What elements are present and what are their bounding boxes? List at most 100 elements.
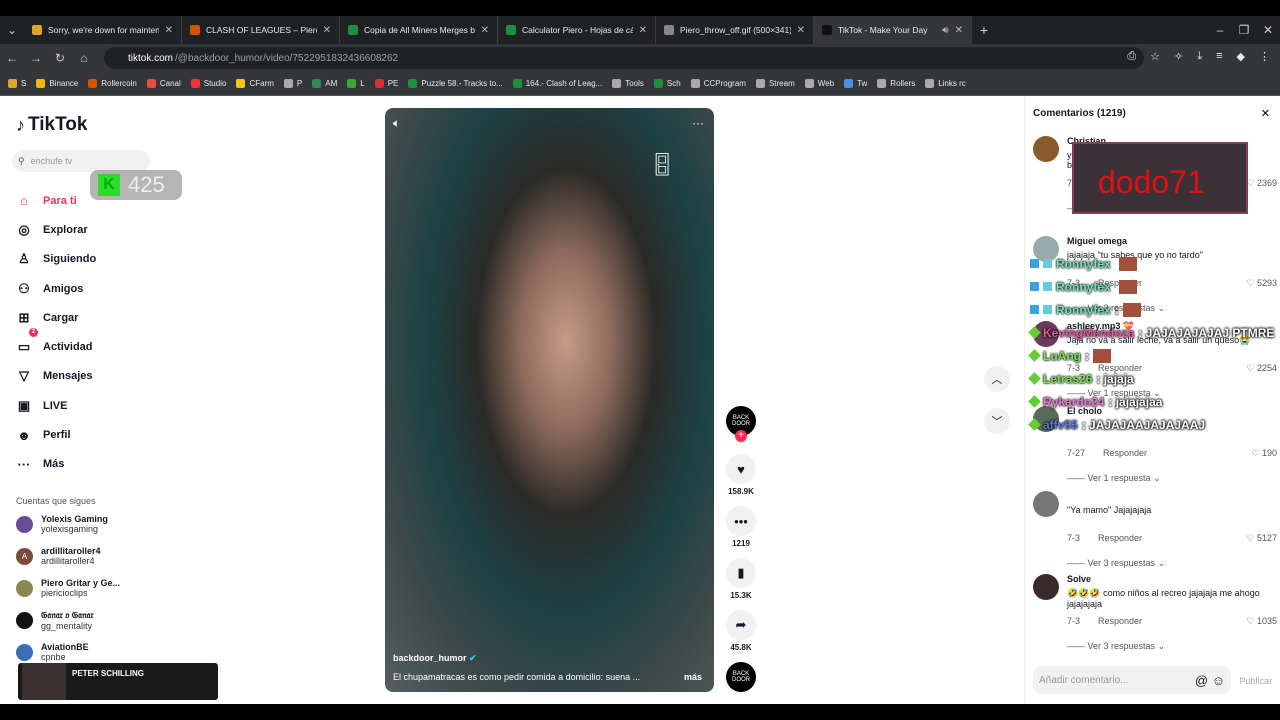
close-icon[interactable]: ✕ <box>1261 107 1270 120</box>
avatar[interactable] <box>1033 491 1059 517</box>
volume-icon[interactable]: 🔈︎ <box>393 116 400 131</box>
like-button[interactable]: ♥ <box>726 454 756 484</box>
bookmark-item[interactable]: Puzzle 58.- Tracks to... <box>408 79 503 88</box>
sidebar-item-0[interactable]: ⌂ Para ti <box>16 186 96 215</box>
comment-author[interactable]: Solve <box>1067 574 1091 584</box>
bookmark-item[interactable]: Links rc <box>925 79 966 88</box>
sidebar-item-3[interactable]: ⚇ Amigos <box>16 274 96 303</box>
tab-close-icon[interactable]: ✕ <box>323 25 331 36</box>
download-icon[interactable]: ⤓ <box>1197 50 1202 63</box>
sidebar-item-6[interactable]: ▽ Mensajes <box>16 362 96 391</box>
browser-tab[interactable]: TikTok - Make Your Day 🔊︎ ✕ <box>814 16 972 44</box>
bookmark-item[interactable]: Stream <box>755 79 795 88</box>
browser-tab[interactable]: Piero_throw_off.gif (500×341) ✕ <box>656 16 814 44</box>
avatar[interactable] <box>1033 136 1059 162</box>
comment-button[interactable]: ••• <box>726 506 756 536</box>
follow-plus-icon[interactable]: + <box>735 430 747 442</box>
url-field[interactable]: tiktok.com/@backdoor_humor/video/7522951… <box>104 47 1144 69</box>
creator-avatar[interactable]: BACK DOOR + <box>726 406 756 442</box>
comment-author[interactable]: Miguel omega <box>1067 236 1127 246</box>
emoji-icon[interactable]: ☺ <box>1212 673 1225 688</box>
bookmark-item[interactable]: P <box>283 79 302 88</box>
browser-tab[interactable]: CLASH OF LEAGUES – Piero ✕ <box>182 16 340 44</box>
reply-button[interactable]: Responder <box>1098 616 1142 626</box>
comment-like-button[interactable]: ♡ 5127 <box>1246 533 1277 544</box>
browser-tab[interactable]: Copia de All Miners Merges by ✕ <box>340 16 498 44</box>
bookmark-item[interactable]: CCProgram <box>690 79 746 88</box>
bookmark-item[interactable]: Tools <box>612 79 644 88</box>
view-replies-button[interactable]: —— Ver 3 respuestas ⌄ <box>1067 558 1165 569</box>
tiktok-logo[interactable]: ♪ TikTok <box>16 114 87 136</box>
bookmark-item[interactable]: AM <box>312 79 337 88</box>
minimize-icon[interactable]: – <box>1208 23 1232 37</box>
followed-account[interactable]: Piero Gritar y Ge... piericioclips <box>16 578 120 598</box>
comment-like-button[interactable]: ♡ 1035 <box>1246 616 1277 627</box>
bookmark-item[interactable]: PE <box>374 79 398 88</box>
extensions-icon[interactable]: ✧ <box>1174 50 1183 63</box>
publish-button[interactable]: Publicar <box>1239 676 1272 686</box>
home-icon[interactable]: ⌂ <box>72 51 96 65</box>
bookmark-item[interactable]: 164.- Clash of Leag... <box>512 79 602 88</box>
sidebar-item-8[interactable]: ☻ Perfil <box>16 420 96 449</box>
new-tab-icon[interactable]: + <box>972 22 996 38</box>
followed-account[interactable]: 𝔊𝔞𝔫𝔞𝔯 𝔬 𝔊𝔞𝔫𝔞𝔯 gg_mentality <box>16 610 94 631</box>
more-button[interactable]: más <box>684 672 702 682</box>
bookmark-item[interactable]: Canal <box>146 79 181 88</box>
share-button[interactable]: ➦ <box>726 610 756 640</box>
view-replies-button[interactable]: —— Ver 1 respuesta ⌄ <box>1067 473 1161 484</box>
forward-icon[interactable]: → <box>24 51 48 65</box>
tab-search-icon[interactable]: ⌄ <box>0 23 24 37</box>
search-input[interactable]: ⚲ enchufe tv <box>12 150 150 172</box>
browser-tab[interactable]: Calculator Piero - Hojas de cálc ✕ <box>498 16 656 44</box>
tab-close-icon[interactable]: ✕ <box>165 25 173 36</box>
bookmark-item[interactable]: S <box>8 79 26 88</box>
followed-account[interactable]: Yolexis Gaming yolexisgaming <box>16 514 108 534</box>
install-icon[interactable]: ⎙ <box>1127 50 1136 63</box>
avatar[interactable] <box>1033 574 1059 600</box>
tab-audio-icon[interactable]: 🔊︎ <box>942 25 948 36</box>
mention-icon[interactable]: @ <box>1195 673 1208 688</box>
video-more-icon[interactable]: ··· <box>692 116 704 131</box>
tab-close-icon[interactable]: ✕ <box>955 25 963 36</box>
bookmark-star-icon[interactable]: ☆ <box>1150 50 1160 63</box>
sound-avatar[interactable]: BACK DOOR <box>726 662 756 692</box>
sidebar-item-2[interactable]: ♙ Siguiendo <box>16 245 96 274</box>
close-window-icon[interactable]: ✕ <box>1256 23 1280 37</box>
reload-icon[interactable]: ↻ <box>48 51 72 65</box>
bookmark-item[interactable]: L <box>347 79 365 88</box>
bookmark-item[interactable]: Binance <box>36 79 78 88</box>
followed-account[interactable]: Aardillitaroller4 ardillitaroller4 <box>16 546 101 566</box>
view-replies-button[interactable]: —— Ver 3 respuestas ⌄ <box>1067 641 1165 652</box>
sidebar-item-5[interactable]: ▭ 2 Actividad <box>16 328 96 361</box>
tab-close-icon[interactable]: ✕ <box>797 25 805 36</box>
next-video-button[interactable]: ﹀ <box>984 408 1010 434</box>
tab-close-icon[interactable]: ✕ <box>481 25 489 36</box>
reply-button[interactable]: Responder <box>1103 448 1147 458</box>
bookmark-item[interactable]: Sch <box>653 79 681 88</box>
media-icon[interactable]: ≡ <box>1216 50 1222 63</box>
reply-button[interactable]: Responder <box>1098 533 1142 543</box>
back-icon[interactable]: ← <box>0 51 24 65</box>
save-button[interactable]: ▮ <box>726 558 756 588</box>
restore-icon[interactable]: ❐ <box>1232 23 1256 37</box>
sidebar-item-9[interactable]: ··· Más <box>16 450 96 479</box>
tab-close-icon[interactable]: ✕ <box>639 25 647 36</box>
bookmark-item[interactable]: Rollers <box>877 79 915 88</box>
menu-dots-icon[interactable]: ⋮ <box>1259 50 1270 63</box>
sidebar-item-1[interactable]: ◎ Explorar <box>16 215 96 244</box>
bookmark-item[interactable]: Tw <box>844 79 867 88</box>
video-username[interactable]: backdoor_humor ✔ <box>393 653 477 664</box>
extension-squirrel-icon[interactable]: ◆ <box>1237 50 1245 63</box>
browser-tab[interactable]: Sorry, we're down for mainten... ✕ <box>24 16 182 44</box>
comment-input[interactable]: Añadir comentario... @ ☺ <box>1033 666 1231 694</box>
prev-video-button[interactable]: ︿ <box>984 366 1010 392</box>
bookmark-item[interactable]: CFarm <box>236 79 274 88</box>
comment-like-button[interactable]: ♡ 2369 <box>1246 178 1277 189</box>
sidebar-item-4[interactable]: ⊞ Cargar <box>16 303 96 332</box>
bookmark-item[interactable]: Studio <box>190 79 226 88</box>
sidebar-item-7[interactable]: ▣ LIVE <box>16 391 96 420</box>
bookmark-item[interactable]: Rollercoin <box>88 79 137 88</box>
bookmark-item[interactable]: Web <box>804 79 834 88</box>
video-player[interactable]: 🔈︎ ··· 🚪︎ backdoor_humor ✔ El chupamatra… <box>385 108 714 692</box>
followed-account[interactable]: AviationBE cpnbe <box>16 642 89 662</box>
